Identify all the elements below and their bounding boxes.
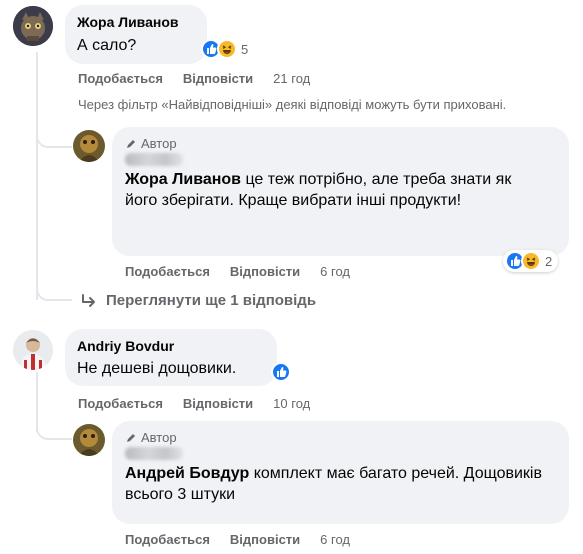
reply-bubble: Автор Андрей Бовдур комплект має багато …: [112, 421, 569, 524]
reaction-summary[interactable]: 2: [503, 250, 559, 272]
reply-timestamp[interactable]: 6 год: [320, 264, 350, 279]
like-reaction-icon: [271, 362, 291, 382]
author-badge-row: Автор: [125, 136, 556, 151]
author-badge: Автор: [141, 136, 177, 151]
redacted-author-name: [125, 447, 183, 460]
avatar[interactable]: [13, 6, 53, 46]
thread-line: [36, 52, 38, 300]
reply-text: Андрей Бовдур комплект має багато речей.…: [125, 463, 545, 505]
mention-link[interactable]: Жора Ливанов: [125, 171, 241, 188]
reply-button[interactable]: Відповісти: [230, 264, 300, 279]
reply-bubble: Автор Жора Ливанов це теж потрібно, але …: [112, 127, 569, 256]
comment-text: Не дешеві дощовики.: [77, 360, 237, 377]
haha-reaction-icon: [217, 39, 237, 59]
haha-reaction-icon: [521, 251, 541, 271]
thread-branch: [36, 285, 72, 301]
comment-actions: Подобається Відповісти 21 год: [78, 71, 310, 86]
avatar[interactable]: [73, 424, 105, 456]
reply-button[interactable]: Відповісти: [230, 532, 300, 547]
filter-notice: Через фільтр «Найвідповідніші» деякі від…: [78, 97, 507, 112]
reaction-summary[interactable]: 5: [199, 37, 254, 61]
like-button[interactable]: Подобається: [125, 532, 210, 547]
like-button[interactable]: Подобається: [125, 264, 210, 279]
avatar[interactable]: [73, 130, 105, 162]
reply-text: Жора Ливанов це теж потрібно, але треба …: [125, 169, 545, 211]
like-button[interactable]: Подобається: [78, 71, 163, 86]
comment-bubble: Andriy Bovdur Не дешеві дощовики.: [65, 329, 277, 386]
comment-timestamp[interactable]: 10 год: [273, 396, 310, 411]
view-more-replies[interactable]: Переглянути ще 1 відповідь: [80, 292, 316, 309]
comment-actions: Подобається Відповісти 10 год: [78, 396, 310, 411]
reply-button[interactable]: Відповісти: [183, 396, 253, 411]
reply-timestamp[interactable]: 6 год: [320, 532, 350, 547]
like-button[interactable]: Подобається: [78, 396, 163, 411]
author-pen-icon: [127, 433, 135, 442]
comment-author[interactable]: Жора Ливанов: [77, 14, 195, 30]
thread-branch: [36, 128, 72, 148]
author-badge-row: Автор: [125, 430, 556, 445]
reply-arrow-icon: [82, 293, 95, 307]
reaction-summary[interactable]: [269, 360, 293, 384]
avatar[interactable]: [13, 330, 53, 370]
view-more-label: Переглянути ще 1 відповідь: [106, 292, 317, 309]
mention-link[interactable]: Андрей Бовдур: [125, 465, 249, 482]
comment-author[interactable]: Andriy Bovdur: [77, 338, 265, 354]
comment-text: А сало?: [77, 37, 137, 54]
comment-bubble: Жора Ливанов А сало?: [65, 5, 207, 64]
redacted-author-name: [125, 153, 183, 166]
comment-timestamp[interactable]: 21 год: [273, 71, 310, 86]
reply-actions: Подобається Відповісти 6 год: [125, 532, 350, 547]
author-pen-icon: [127, 139, 135, 148]
reaction-count: 5: [241, 41, 249, 57]
reaction-count: 2: [545, 253, 553, 269]
reply-actions: Подобається Відповісти 6 год: [125, 264, 350, 279]
reply-button[interactable]: Відповісти: [183, 71, 253, 86]
thread-branch: [36, 420, 72, 440]
author-badge: Автор: [141, 430, 177, 445]
